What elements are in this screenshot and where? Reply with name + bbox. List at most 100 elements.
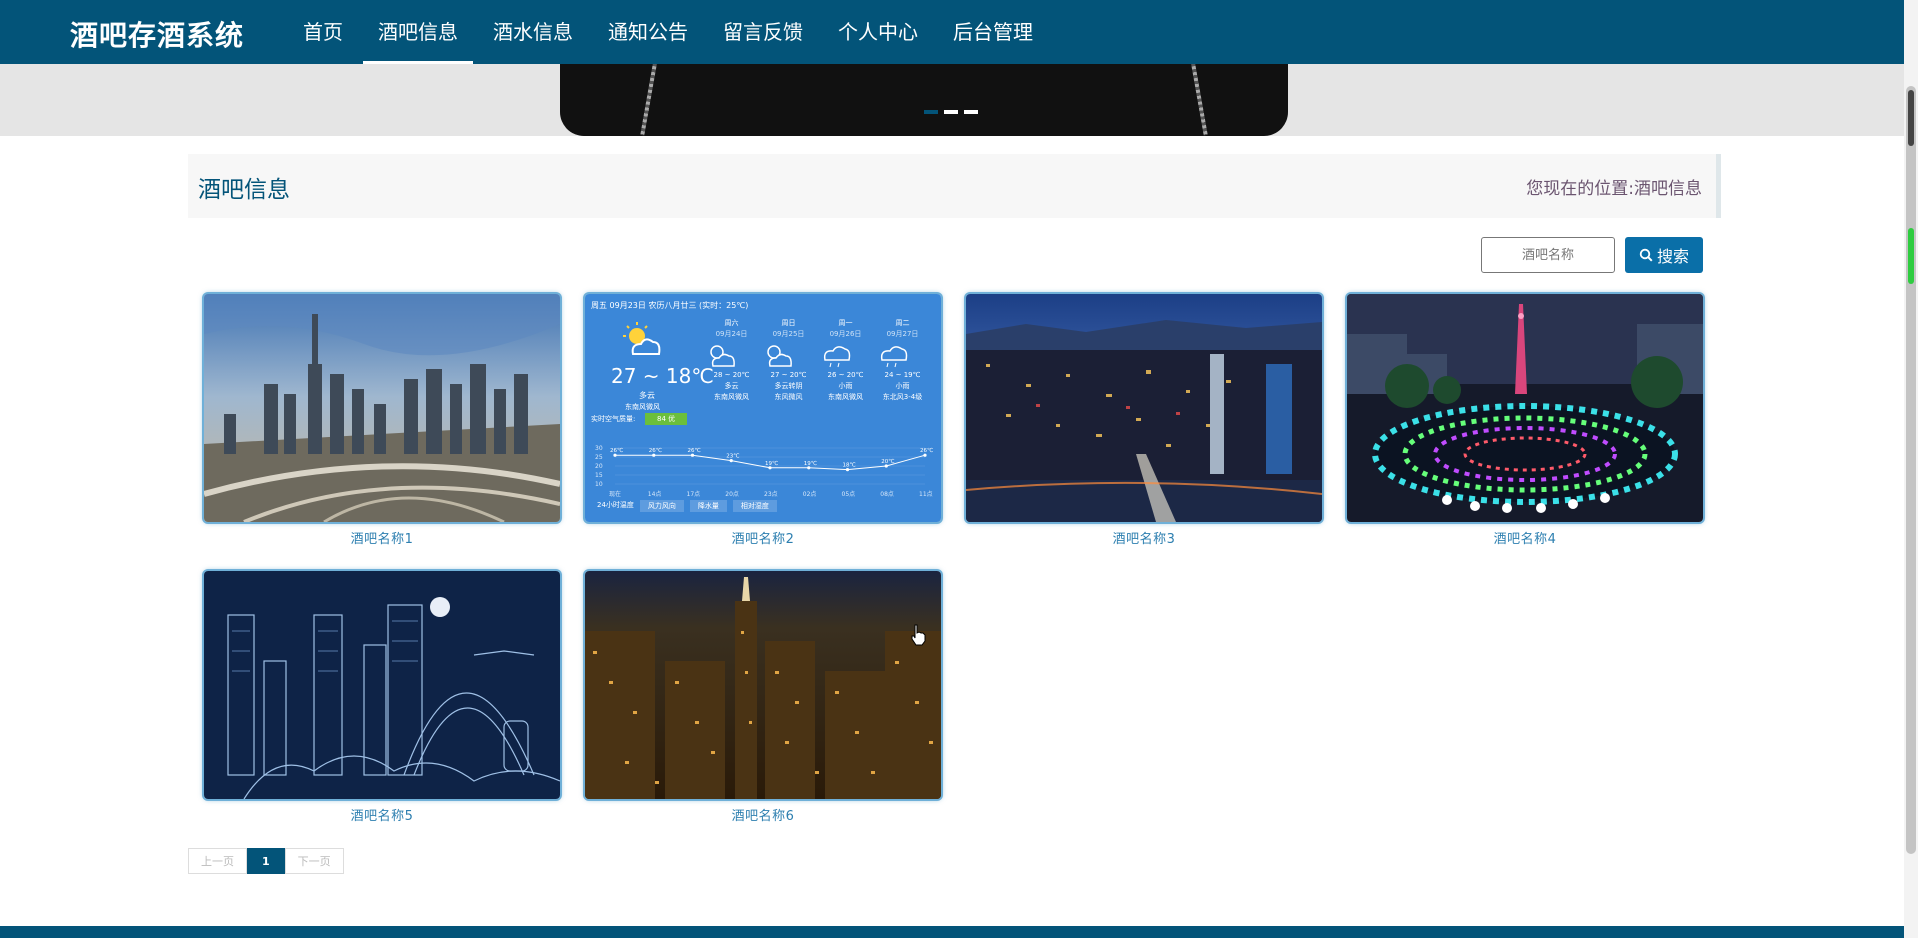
nav-item-bar-info[interactable]: 酒吧信息 bbox=[363, 0, 473, 64]
search-icon bbox=[1639, 248, 1653, 262]
bar-card[interactable]: 酒吧名称3 bbox=[966, 294, 1322, 547]
bar-card-image[interactable] bbox=[1347, 294, 1703, 522]
temp-point-label: 26℃ bbox=[688, 447, 701, 454]
temp-point-label: 26℃ bbox=[920, 447, 933, 454]
banner-image bbox=[560, 64, 1288, 136]
bar-card-image[interactable] bbox=[204, 571, 560, 799]
forecast-day-name: 周一 bbox=[838, 319, 853, 327]
page-header: 酒吧信息 您现在的位置:酒吧信息 bbox=[188, 154, 1721, 218]
axis-tick-label: 15 bbox=[595, 472, 603, 479]
nav-menu: 首页 酒吧信息 酒水信息 通知公告 留言反馈 个人中心 后台管理 bbox=[288, 0, 1053, 64]
weather-aqi-label: 实时空气质量: bbox=[591, 415, 636, 423]
weather-widget: 周五 09月23日 农历八月廿三 (实时：25℃) 27 ~ 18℃ 多云 东南… bbox=[585, 294, 941, 522]
hand-cursor-icon bbox=[911, 624, 926, 646]
breadcrumb-current[interactable]: 酒吧信息 bbox=[1634, 179, 1702, 199]
weather-condition: 多云 bbox=[639, 391, 655, 400]
temp-point-label: 23℃ bbox=[726, 453, 739, 460]
prev-page-button[interactable]: 上一页 bbox=[188, 848, 247, 874]
page-title: 酒吧信息 bbox=[198, 177, 290, 203]
breadcrumb: 您现在的位置:酒吧信息 bbox=[1526, 174, 1702, 199]
nav-item-feedback[interactable]: 留言反馈 bbox=[708, 0, 818, 64]
search-input[interactable] bbox=[1481, 237, 1615, 273]
carousel-dot[interactable] bbox=[924, 110, 938, 114]
nav-item-profile[interactable]: 个人中心 bbox=[823, 0, 933, 64]
bar-card-image[interactable] bbox=[966, 294, 1322, 522]
forecast-day: 周六 09月24日 28 ~ 20℃ 多云 东南风微风 bbox=[703, 318, 760, 403]
forecast-day: 周一 09月26日 26 ~ 20℃ 小雨 东南风微风 bbox=[817, 318, 874, 403]
nav-item-admin[interactable]: 后台管理 bbox=[938, 0, 1048, 64]
bar-card-name[interactable]: 酒吧名称2 bbox=[585, 528, 941, 547]
partly-cloudy-icon bbox=[623, 322, 661, 355]
forecast-day: 周二 09月27日 24 ~ 19℃ 小雨 东北风3-4级 bbox=[874, 318, 931, 403]
bar-card-name[interactable]: 酒吧名称5 bbox=[204, 805, 560, 824]
axis-tick-label: 20 bbox=[595, 463, 603, 470]
forecast-day-date: 09月25日 bbox=[772, 330, 805, 338]
temp-point-label: 19℃ bbox=[765, 460, 778, 467]
search-button-label: 搜索 bbox=[1656, 247, 1689, 266]
breadcrumb-prefix: 您现在的位置: bbox=[1526, 179, 1634, 199]
hour-label: 14点 bbox=[648, 490, 662, 498]
banner-carousel[interactable] bbox=[0, 64, 1904, 136]
weather-tab[interactable]: 24小时温度 bbox=[597, 500, 634, 512]
weather-tab[interactable]: 风力风向 bbox=[639, 500, 684, 512]
rain-cloud-icon bbox=[823, 346, 851, 368]
forecast-day-cond: 多云转阴 bbox=[774, 382, 803, 390]
nav-item-notice[interactable]: 通知公告 bbox=[593, 0, 703, 64]
hour-label: 20点 bbox=[725, 490, 739, 498]
weather-forecast: 周六 09月24日 28 ~ 20℃ 多云 东南风微风 周日 09月25日 27… bbox=[703, 318, 931, 403]
temp-point-label: 20℃ bbox=[881, 458, 894, 465]
hour-label: 02点 bbox=[803, 490, 817, 498]
nav-item-drink-info[interactable]: 酒水信息 bbox=[478, 0, 588, 64]
scrollbar-thumb[interactable] bbox=[1906, 86, 1916, 854]
weather-aqi: 84 优 bbox=[645, 413, 688, 425]
weather-tab[interactable]: 降水量 bbox=[689, 500, 727, 512]
bar-card[interactable]: 酒吧名称5 bbox=[204, 571, 560, 824]
forecast-day-wind: 东北风3-4级 bbox=[882, 393, 923, 401]
bar-card-name[interactable]: 酒吧名称3 bbox=[966, 528, 1322, 547]
bar-card-name[interactable]: 酒吧名称6 bbox=[585, 805, 941, 824]
next-page-button[interactable]: 下一页 bbox=[284, 848, 344, 874]
hour-label: 17点 bbox=[687, 490, 701, 498]
weather-header: 周五 09月23日 农历八月廿三 (实时：25℃) bbox=[591, 301, 749, 310]
nav-item-home[interactable]: 首页 bbox=[288, 0, 358, 64]
hour-label: 11点 bbox=[919, 490, 933, 498]
forecast-day-temp: 24 ~ 19℃ bbox=[884, 371, 921, 379]
carousel-dot[interactable] bbox=[944, 110, 958, 114]
forecast-day-cond: 小雨 bbox=[838, 382, 853, 390]
search-button[interactable]: 搜索 bbox=[1625, 237, 1703, 273]
forecast-day-cond: 多云 bbox=[724, 382, 739, 390]
axis-tick-label: 25 bbox=[595, 454, 603, 461]
forecast-day-temp: 26 ~ 20℃ bbox=[827, 371, 864, 379]
temp-point-label: 18℃ bbox=[843, 462, 856, 469]
hourly-temp-chart: 30 25 20 15 10 26℃ 现在 26℃ 14点 26℃ 17点 23℃ 20点 19℃ 23点 1… bbox=[595, 445, 933, 498]
weather-tabs: 24小时温度 风力风向 降水量 相对湿度 bbox=[597, 500, 777, 512]
forecast-day-date: 09月27日 bbox=[886, 330, 919, 338]
temp-point-label: 26℃ bbox=[610, 447, 623, 454]
weather-temp: 27 ~ 18℃ bbox=[611, 364, 714, 388]
bar-card-image[interactable] bbox=[204, 294, 560, 522]
forecast-day-name: 周日 bbox=[781, 319, 796, 327]
bar-card[interactable]: 酒吧名称4 bbox=[1347, 294, 1703, 547]
bar-card-image[interactable] bbox=[585, 571, 941, 799]
bar-card[interactable]: 酒吧名称1 bbox=[204, 294, 560, 547]
page-number-button[interactable]: 1 bbox=[247, 848, 285, 874]
forecast-day-name: 周六 bbox=[724, 319, 739, 327]
bar-card[interactable]: 酒吧名称6 bbox=[585, 571, 941, 824]
forecast-day-name: 周二 bbox=[895, 319, 910, 327]
forecast-day-wind: 东南风微风 bbox=[828, 393, 863, 401]
forecast-day: 周日 09月25日 27 ~ 20℃ 多云转阴 东风微风 bbox=[760, 318, 817, 403]
bar-card-name[interactable]: 酒吧名称1 bbox=[204, 528, 560, 547]
bar-card[interactable]: 周五 09月23日 农历八月廿三 (实时：25℃) 27 ~ 18℃ 多云 东南… bbox=[585, 294, 941, 547]
bar-card-name[interactable]: 酒吧名称4 bbox=[1347, 528, 1703, 547]
carousel-indicators bbox=[924, 110, 978, 114]
partly-cloudy-icon bbox=[767, 345, 792, 367]
footer bbox=[0, 926, 1904, 938]
hour-label: 现在 bbox=[609, 490, 621, 498]
weather-tab[interactable]: 相对湿度 bbox=[732, 500, 777, 512]
app-title[interactable]: 酒吧存酒系统 bbox=[70, 14, 244, 54]
bar-card-image[interactable]: 周五 09月23日 农历八月廿三 (实时：25℃) 27 ~ 18℃ 多云 东南… bbox=[585, 294, 941, 522]
hour-label: 08点 bbox=[880, 490, 894, 498]
scrollbar-marker bbox=[1908, 90, 1914, 146]
carousel-dot[interactable] bbox=[964, 110, 978, 114]
temp-point-label: 19℃ bbox=[804, 460, 817, 467]
